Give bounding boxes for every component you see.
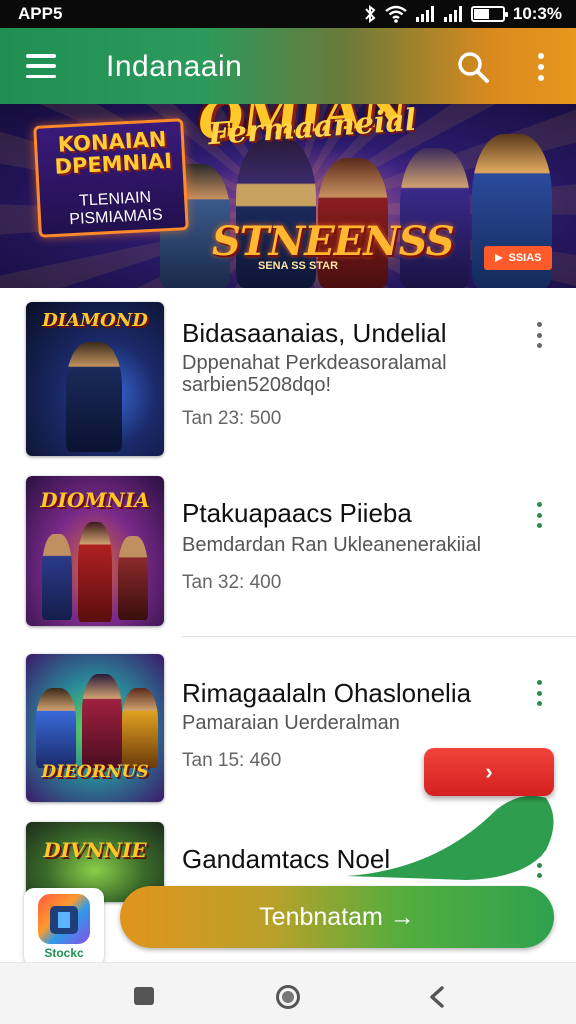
play-icon (495, 254, 504, 262)
status-time: 10:3% (512, 4, 562, 23)
item-time: Tan 15: 460 (182, 750, 282, 771)
item-title: Rimagaalaln Ohaslonelia (182, 678, 472, 708)
list-item[interactable]: DIAMOND Bidasaanaias, Undelial Dppenahat… (0, 288, 576, 468)
item-description-line2: sarbien5208dqo! (182, 374, 332, 396)
hero-badge-title: KONAIAN DPEMNIAI (53, 127, 173, 179)
status-icons: 10:3% (363, 4, 562, 24)
hero-badge-subtitle: TLENIAIN PISMIAMAIS (68, 188, 164, 228)
item-thumbnail: DIAMOND (26, 302, 164, 456)
item-title: Bidasaanaias, Undelial (182, 318, 447, 348)
battery-icon (470, 6, 508, 22)
back-icon[interactable] (426, 985, 448, 1009)
signal-icon (415, 6, 434, 22)
hero-stream-subtitle: SENA SS STAR (258, 260, 339, 272)
decorative-swoosh (346, 795, 554, 880)
hero-stream-title: STNEENSS (212, 218, 455, 265)
item-thumbnail: DIEORNUS (26, 654, 164, 802)
signal-icon (443, 6, 462, 22)
item-time: Tan 32: 400 (182, 572, 282, 593)
item-description: Bemdardan Ran Ukleanenerakiial (182, 534, 482, 556)
item-more-icon[interactable] (532, 502, 546, 528)
more-vertical-icon[interactable] (530, 50, 552, 84)
item-thumbnail-label: DIVNNIE (43, 838, 147, 862)
item-more-icon[interactable] (532, 322, 546, 348)
recent-apps-icon[interactable] (134, 987, 154, 1005)
status-bar: APP5 10:3% (0, 0, 576, 28)
app-title: Indanaain (106, 50, 243, 83)
item-description: Pamaraian Uerderalman (182, 712, 400, 734)
item-time: Tan 23: 500 (182, 408, 282, 429)
app-bar: Indanaain (0, 28, 576, 106)
bluetooth-icon (365, 5, 376, 23)
item-thumbnail-label: DIAMOND (42, 310, 148, 331)
store-logo-icon (38, 894, 90, 944)
store-app-card[interactable]: Stockc (24, 888, 104, 966)
hero-play-label: SSIAS (508, 252, 542, 264)
status-left-label: APP5 (18, 4, 63, 23)
bottom-cta-bar: Stockc Tenbnatam → (0, 880, 576, 966)
item-thumbnail: DIOMNIA (26, 476, 164, 626)
item-description: Dppenahat Perkdeasoralamal (182, 352, 447, 374)
hero-badge: KONAIAN DPEMNIAI TLENIAIN PISMIAMAIS (33, 118, 189, 238)
cta-button-label: Tenbnatam → (259, 902, 415, 931)
item-thumbnail-label: DIEORNUS (41, 762, 149, 782)
cta-button[interactable]: Tenbnatam → (120, 886, 554, 948)
floating-next-button[interactable]: › (424, 748, 554, 796)
item-more-icon[interactable] (532, 680, 546, 706)
item-thumbnail-label: DIOMNIA (40, 488, 150, 512)
list-item[interactable]: DIOMNIA Ptakuapaacs Piieba Bemdardan Ran… (0, 468, 576, 638)
divider (182, 636, 576, 637)
store-name: Stockc (44, 946, 84, 960)
search-icon[interactable] (456, 50, 490, 84)
wifi-icon (385, 5, 407, 23)
hero-banner[interactable]: KONAIAN DPEMNIAI TLENIAIN PISMIAMAIS OMI… (0, 104, 576, 288)
hamburger-menu-icon[interactable] (26, 54, 56, 78)
item-title: Ptakuapaacs Piieba (182, 498, 412, 528)
floating-next-label: › (485, 759, 493, 784)
hero-play-button[interactable]: SSIAS (484, 246, 552, 270)
home-icon[interactable] (276, 985, 300, 1009)
system-nav-bar (0, 962, 576, 1024)
